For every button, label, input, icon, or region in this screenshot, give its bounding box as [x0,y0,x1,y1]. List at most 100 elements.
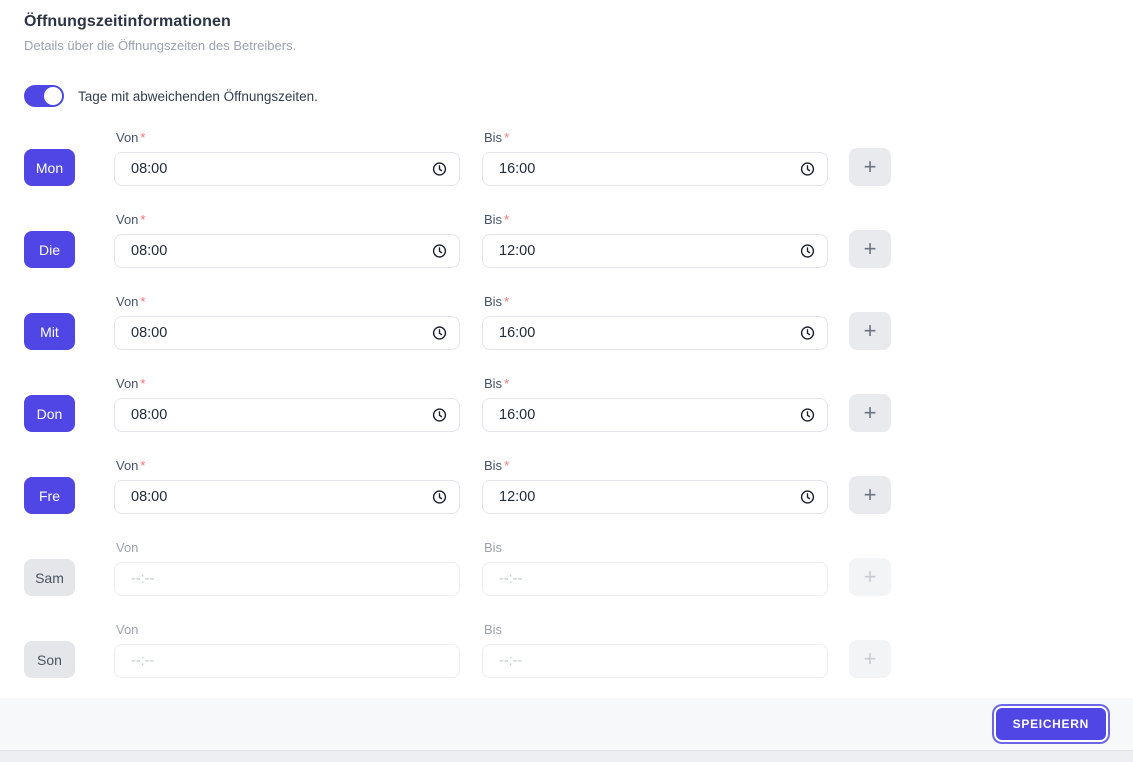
required-asterisk: * [504,212,509,227]
days-list: Mon Von* Bis* + Die [0,131,1133,678]
bis-time-input[interactable] [482,480,828,514]
von-label: Von [116,623,460,637]
page-title: Öffnungszeitinformationen [24,12,1133,31]
von-time-input [114,644,460,678]
von-time-input[interactable] [114,398,460,432]
add-time-range-button[interactable]: + [849,230,891,268]
bis-time-input[interactable] [482,152,828,186]
day-badge[interactable]: Mon [24,149,75,186]
von-input-wrap [114,234,460,268]
day-row-son: Son Von Bis + [0,623,1133,678]
required-asterisk: * [140,212,145,227]
day-row-mon: Mon Von* Bis* + [0,131,1133,186]
day-row-fre: Fre Von* Bis* + [0,459,1133,514]
different-days-toggle[interactable] [24,85,64,107]
plus-icon: + [864,566,877,588]
von-field: Von* [114,131,460,186]
von-field: Von* [114,295,460,350]
von-label: Von [116,541,460,555]
add-time-range-button[interactable]: + [849,148,891,186]
clock-icon[interactable] [800,162,815,177]
bis-time-input [482,644,828,678]
clock-icon[interactable] [800,408,815,423]
bis-label: Bis* [484,459,828,473]
bis-field: Bis [482,541,828,596]
page-header: Öffnungszeitinformationen Details über d… [0,0,1133,54]
von-label: Von* [116,131,460,145]
bis-input-wrap [482,644,828,678]
clock-icon[interactable] [432,162,447,177]
von-label: Von* [116,213,460,227]
bis-input-wrap [482,398,828,432]
bis-time-input[interactable] [482,316,828,350]
required-asterisk: * [504,458,509,473]
day-badge[interactable]: Don [24,395,75,432]
save-button[interactable]: SPEICHERN [996,708,1106,740]
von-input-wrap [114,316,460,350]
bis-field: Bis [482,623,828,678]
bis-field: Bis* [482,213,828,268]
bis-field: Bis* [482,377,828,432]
von-label: Von* [116,377,460,391]
add-time-range-button[interactable]: + [849,312,891,350]
bis-field: Bis* [482,295,828,350]
page-subtitle: Details über die Öffnungszeiten des Betr… [24,38,1133,54]
von-time-input[interactable] [114,234,460,268]
bis-label: Bis* [484,213,828,227]
day-badge[interactable]: Die [24,231,75,268]
bis-time-input[interactable] [482,234,828,268]
add-time-range-button[interactable]: + [849,394,891,432]
clock-icon[interactable] [432,490,447,505]
bis-time-input[interactable] [482,398,828,432]
plus-icon: + [864,648,877,670]
bis-input-wrap [482,480,828,514]
bis-label: Bis [484,623,828,637]
day-badge[interactable]: Son [24,641,75,678]
von-time-input[interactable] [114,316,460,350]
von-field: Von* [114,459,460,514]
required-asterisk: * [504,376,509,391]
plus-icon: + [864,156,877,178]
plus-icon: + [864,238,877,260]
von-time-input[interactable] [114,152,460,186]
add-time-range-button: + [849,558,891,596]
bis-input-wrap [482,234,828,268]
bis-field: Bis* [482,459,828,514]
day-badge[interactable]: Fre [24,477,75,514]
bis-label: Bis* [484,377,828,391]
required-asterisk: * [140,376,145,391]
day-row-sam: Sam Von Bis + [0,541,1133,596]
add-time-range-button[interactable]: + [849,476,891,514]
add-time-range-button: + [849,640,891,678]
von-field: Von [114,541,460,596]
von-input-wrap [114,562,460,596]
day-badge[interactable]: Sam [24,559,75,596]
von-input-wrap [114,152,460,186]
clock-icon[interactable] [800,490,815,505]
clock-icon[interactable] [800,244,815,259]
plus-icon: + [864,402,877,424]
day-row-die: Die Von* Bis* + [0,213,1133,268]
clock-icon[interactable] [432,408,447,423]
footer-bar: SPEICHERN [0,698,1133,750]
von-field: Von* [114,213,460,268]
von-time-input[interactable] [114,480,460,514]
von-input-wrap [114,398,460,432]
day-badge[interactable]: Mit [24,313,75,350]
clock-icon[interactable] [432,244,447,259]
bis-field: Bis* [482,131,828,186]
day-row-don: Don Von* Bis* + [0,377,1133,432]
von-label: Von* [116,459,460,473]
bottom-strip [0,750,1133,762]
bis-input-wrap [482,562,828,596]
plus-icon: + [864,484,877,506]
bis-input-wrap [482,316,828,350]
bis-label: Bis* [484,131,828,145]
clock-icon[interactable] [800,326,815,341]
clock-icon[interactable] [432,326,447,341]
required-asterisk: * [140,294,145,309]
von-input-wrap [114,480,460,514]
required-asterisk: * [504,294,509,309]
bis-input-wrap [482,152,828,186]
day-row-mit: Mit Von* Bis* + [0,295,1133,350]
